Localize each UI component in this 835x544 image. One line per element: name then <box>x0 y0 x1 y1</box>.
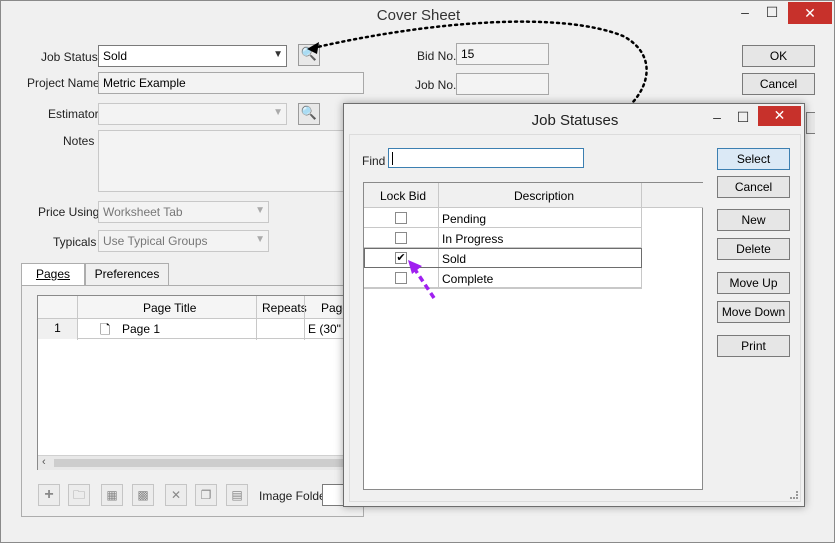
status-description: Complete <box>442 272 494 286</box>
move-down-button[interactable]: Move Down <box>717 301 790 323</box>
table-row[interactable]: In Progress <box>364 228 642 248</box>
delete-button[interactable]: Delete <box>717 238 790 260</box>
status-description: Pending <box>442 212 487 226</box>
job-statuses-dialog: Job Statuses – ☐ ✕ Find Lock Bid Descrip… <box>343 103 805 507</box>
statuses-grid-header: Lock Bid Description <box>364 183 703 208</box>
purple-arrow-icon <box>408 260 436 299</box>
table-row[interactable]: Pending <box>364 208 642 228</box>
text-cursor <box>392 152 393 166</box>
find-label: Find <box>362 154 386 168</box>
status-description: In Progress <box>442 232 504 246</box>
column-description: Description <box>514 189 575 203</box>
dialog-maximize-button[interactable]: ☐ <box>732 106 754 130</box>
lock-bid-checkbox[interactable] <box>395 232 407 244</box>
new-button[interactable]: New <box>717 209 790 231</box>
dialog-close-button[interactable]: ✕ <box>758 106 801 126</box>
resize-grip[interactable] <box>790 491 798 499</box>
select-button[interactable]: Select <box>717 148 790 170</box>
status-description: Sold <box>442 252 467 266</box>
dialog-body: Find Lock Bid Description Pending In Pro… <box>349 134 801 502</box>
move-up-button[interactable]: Move Up <box>717 272 790 294</box>
dialog-cancel-button[interactable]: Cancel <box>717 176 790 198</box>
dialog-minimize-button[interactable]: – <box>706 106 728 130</box>
find-input[interactable] <box>388 148 584 168</box>
column-lock-bid: Lock Bid <box>380 189 427 203</box>
lock-bid-checkbox[interactable] <box>395 212 407 224</box>
print-button[interactable]: Print <box>717 335 790 357</box>
job-statuses-grid: Lock Bid Description Pending In Progress… <box>363 182 703 490</box>
